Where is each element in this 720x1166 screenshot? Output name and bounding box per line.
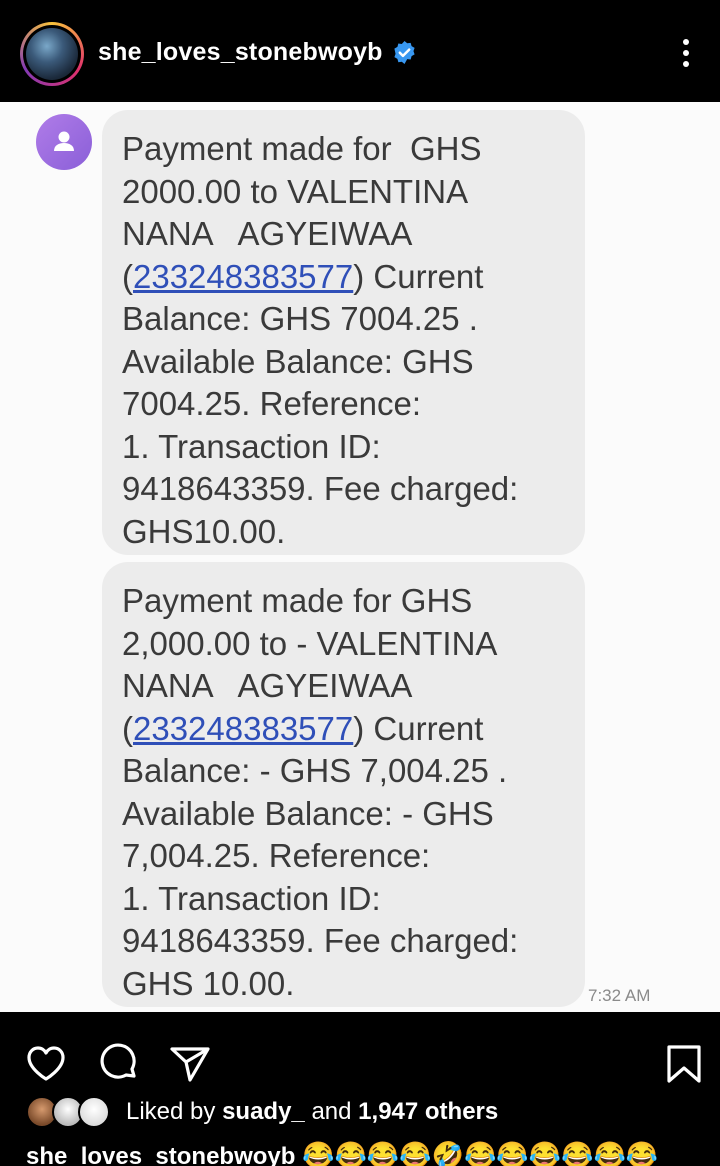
sms-line: 2000.00 to VALENTINA bbox=[122, 172, 469, 210]
caption-emojis: 😂😂😂😂🤣😂😂😂😂😂😂 bbox=[302, 1140, 659, 1166]
profile-avatar[interactable] bbox=[20, 22, 84, 86]
liker-avatar[interactable] bbox=[78, 1096, 110, 1128]
sms-line: 7004.25. Reference: bbox=[122, 385, 422, 422]
sms-line: GHS 10.00. bbox=[122, 964, 295, 1002]
sms-line: NANA AGYEIWAA bbox=[122, 667, 413, 704]
sms-line: 9418643359. Fee charged: bbox=[122, 470, 519, 507]
sms-line: 2,000.00 to - VALENTINA bbox=[122, 624, 498, 662]
liked-by-prefix: Liked by bbox=[126, 1098, 223, 1125]
sms-message-bubble: Payment made for GHS 2000.00 to VALENTINA… bbox=[102, 110, 585, 555]
sms-line: Payment made for GHS bbox=[122, 130, 482, 167]
sms-message-text: Payment made for GHS 2,000.00 to - VALENT… bbox=[122, 580, 565, 1005]
sms-screenshot: Payment made for GHS 2000.00 to VALENTINA… bbox=[0, 102, 720, 1012]
sms-line: 9418643359. Fee charged: bbox=[122, 922, 519, 959]
sms-line: (233248383577) Current bbox=[122, 709, 484, 747]
more-options-icon[interactable] bbox=[672, 36, 700, 72]
avatar-inner bbox=[23, 25, 81, 83]
sms-line: NANA AGYEIWAA bbox=[122, 215, 413, 252]
post-action-bar bbox=[0, 1012, 720, 1092]
sms-line: Balance: - GHS 7,004.25 . bbox=[122, 752, 508, 789]
phone-number-link[interactable]: 233248383577 bbox=[133, 258, 353, 295]
liked-by-text[interactable]: Liked by suady_ and 1,947 others bbox=[126, 1098, 498, 1126]
post-caption: she_loves_stonebwoyb 😂😂😂😂🤣😂😂😂😂😂😂 bbox=[26, 1140, 658, 1166]
username-link[interactable]: she_loves_stonebwoyb bbox=[98, 38, 383, 67]
likes-row: Liked by suady_ and 1,947 others bbox=[0, 1092, 720, 1132]
message-timestamp: 7:32 AM bbox=[588, 986, 651, 1005]
caption-username[interactable]: she_loves_stonebwoyb bbox=[26, 1143, 295, 1166]
sms-line: Available Balance: GHS bbox=[122, 342, 474, 380]
sms-line: 1. Transaction ID: bbox=[122, 879, 381, 917]
share-icon[interactable] bbox=[168, 1042, 212, 1086]
liked-by-user[interactable]: suady_ bbox=[222, 1098, 305, 1125]
contact-avatar-icon bbox=[36, 114, 92, 170]
sms-line: Payment made for GHS bbox=[122, 582, 473, 619]
verified-badge-icon bbox=[394, 41, 415, 64]
sms-line: Balance: GHS 7004.25 . bbox=[122, 300, 478, 337]
sms-line: (233248383577) Current bbox=[122, 257, 484, 295]
sms-line: 1. Transaction ID: bbox=[122, 427, 381, 465]
sms-message-text: Payment made for GHS 2000.00 to VALENTINA… bbox=[122, 128, 565, 553]
sms-line: 7,004.25. Reference: bbox=[122, 837, 431, 874]
heart-icon[interactable] bbox=[24, 1042, 68, 1086]
sms-line: GHS10.00. bbox=[122, 512, 286, 550]
liked-by-count[interactable]: 1,947 others bbox=[358, 1098, 498, 1125]
sms-line: Available Balance: - GHS bbox=[122, 794, 494, 832]
post-header: she_loves_stonebwoyb bbox=[0, 0, 720, 102]
phone-number-link[interactable]: 233248383577 bbox=[133, 710, 353, 747]
comment-icon[interactable] bbox=[97, 1042, 141, 1086]
bookmark-icon[interactable] bbox=[662, 1042, 706, 1086]
liked-by-middle: and bbox=[304, 1098, 359, 1125]
sms-message-bubble: Payment made for GHS 2,000.00 to - VALENT… bbox=[102, 562, 585, 1007]
avatar-image bbox=[26, 28, 78, 80]
